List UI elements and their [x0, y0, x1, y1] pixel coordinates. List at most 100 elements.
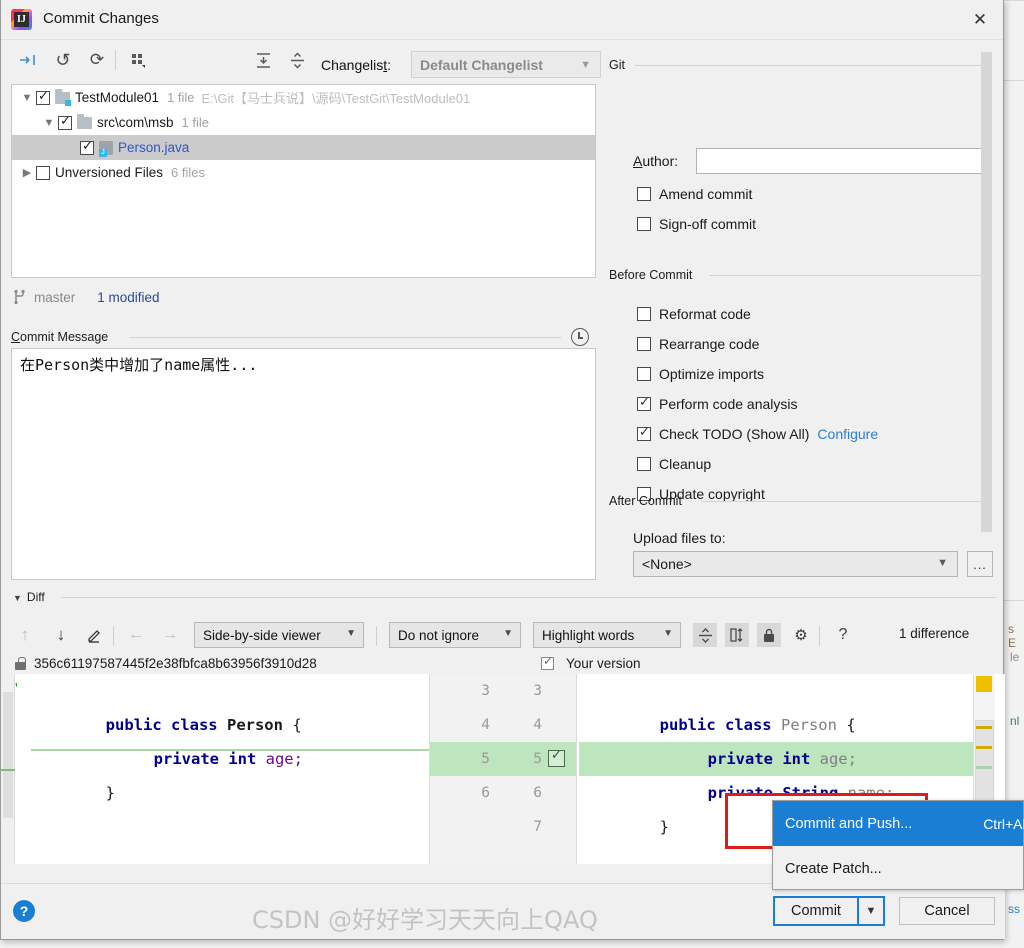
tree-row-module[interactable]: ▼ TestModule01 1 file E:\Git【马士兵说】\源码\Te… — [12, 85, 595, 110]
code-line: public class Person { — [659, 716, 856, 734]
diff-toolbar: ↑ ↓ ← → Side-by-side viewer ▼ Do not ign… — [1, 618, 1005, 652]
file-checkbox[interactable] — [58, 113, 72, 130]
modified-count[interactable]: 1 modified — [97, 290, 159, 305]
git-section-title: Git — [609, 58, 625, 72]
checkbox-check-todo[interactable]: Check TODO (Show All) Configure — [637, 424, 878, 442]
commit-options-panel: Git Author: Amend commit Sign-off commit… — [601, 52, 1001, 580]
viewer-mode-select[interactable]: Side-by-side viewer ▼ — [194, 622, 364, 648]
menu-item-commit-and-push[interactable]: Commit and Push... Ctrl+Alt+K — [773, 801, 1024, 846]
checkbox-box[interactable] — [637, 367, 651, 381]
checkbox-box[interactable] — [637, 217, 651, 231]
checkbox-rearrange-code[interactable]: Rearrange code — [637, 336, 759, 352]
synchronize-scroll-icon[interactable] — [725, 623, 749, 647]
chevron-down-icon[interactable]: ▼ — [40, 117, 58, 129]
collapse-to-changes-icon[interactable] — [15, 48, 39, 72]
tree-node-meta: 1 file — [167, 90, 195, 105]
branch-status-row: master 1 modified — [13, 286, 160, 308]
tree-row-file[interactable]: Person.java — [12, 135, 595, 160]
configure-link[interactable]: Configure — [817, 426, 878, 442]
folder-icon — [77, 113, 92, 129]
your-version-checkbox[interactable] — [541, 654, 554, 670]
before-commit-title: Before Commit — [609, 268, 693, 282]
changelist-select[interactable]: Default Changelist ▼ — [411, 51, 601, 78]
checkbox-box[interactable] — [637, 424, 651, 441]
help-icon[interactable]: ? — [13, 900, 35, 922]
left-gutter-thumb[interactable] — [3, 692, 13, 818]
previous-difference-icon[interactable]: ↑ — [13, 623, 37, 647]
checkbox-perform-code-analysis[interactable]: Perform code analysis — [637, 394, 798, 412]
menu-item-shortcut: Ctrl+Alt+K — [983, 815, 1024, 832]
tree-row-unversioned[interactable]: ▶ Unversioned Files 6 files — [12, 160, 595, 185]
checkbox-reformat-code[interactable]: Reformat code — [637, 306, 751, 322]
help-question-icon[interactable]: ? — [831, 623, 855, 647]
upload-target-select[interactable]: <None> ▼ — [633, 551, 958, 577]
accept-change-checkbox[interactable] — [548, 746, 565, 767]
commit-button[interactable]: Commit — [773, 896, 859, 926]
chevron-down-icon[interactable]: ▼ — [13, 593, 22, 603]
after-commit-title: After Commit — [609, 494, 682, 508]
left-code-pane[interactable]: public class Person { private int age; } — [17, 674, 427, 864]
section-divider — [61, 597, 996, 598]
tree-node-label: src\com\msb — [97, 115, 174, 130]
commit-message-input[interactable]: 在Person类中增加了name属性... — [11, 348, 596, 580]
file-checkbox[interactable] — [80, 138, 94, 155]
diff-section-label: Diff — [26, 590, 45, 604]
tree-node-meta: 1 file — [181, 115, 209, 130]
changed-files-tree[interactable]: ▼ TestModule01 1 file E:\Git【马士兵说】\源码\Te… — [11, 84, 596, 278]
diff-settings-gear-icon[interactable]: ⚙ — [789, 623, 813, 647]
upload-files-label: Upload files to: — [633, 530, 726, 546]
new-line-number: 6 — [533, 785, 542, 801]
file-checkbox[interactable] — [36, 165, 50, 180]
close-icon[interactable]: ✕ — [957, 0, 1003, 39]
file-checkbox[interactable] — [36, 88, 50, 105]
apply-left-icon[interactable]: ← — [124, 623, 148, 647]
diff-section-header[interactable]: ▼ Diff — [13, 590, 45, 604]
expand-all-icon[interactable] — [251, 48, 275, 72]
author-label: Author: — [633, 153, 679, 169]
tree-row-folder[interactable]: ▼ src\com\msb 1 file — [12, 110, 595, 135]
chevron-down-icon[interactable]: ▼ — [18, 92, 36, 104]
checkbox-box[interactable] — [637, 457, 651, 471]
checkbox-label: Sign-off commit — [659, 216, 756, 232]
group-by-icon[interactable] — [127, 48, 151, 72]
next-difference-icon[interactable]: ↓ — [49, 623, 73, 647]
rollback-icon[interactable]: ↺ — [51, 48, 75, 72]
chevron-right-icon[interactable]: ▶ — [18, 166, 36, 179]
ignore-mode-select[interactable]: Do not ignore ▼ — [389, 622, 521, 648]
right-revision-row: Your version — [541, 652, 641, 674]
old-line-number: 5 — [481, 751, 490, 767]
clock-history-icon[interactable] — [571, 328, 589, 346]
warning-marker — [976, 676, 992, 692]
checkbox-box[interactable] — [637, 187, 651, 201]
checkbox-cleanup[interactable]: Cleanup — [637, 456, 711, 472]
checkbox-box[interactable] — [637, 337, 651, 351]
menu-item-label: Create Patch... — [785, 860, 882, 877]
checkbox-amend-commit[interactable]: Amend commit — [637, 186, 752, 202]
scrollbar-thumb[interactable] — [975, 720, 994, 810]
checkbox-box[interactable] — [637, 307, 651, 321]
highlight-mode-select[interactable]: Highlight words ▼ — [533, 622, 681, 648]
chevron-down-icon: ▼ — [503, 628, 513, 639]
menu-item-create-patch[interactable]: Create Patch... — [773, 846, 1023, 891]
cancel-button[interactable]: Cancel — [899, 897, 995, 925]
diff-linenumber-pane: 3 3 4 4 5 5 6 6 7 — [429, 674, 577, 864]
viewer-mode-value: Side-by-side viewer — [203, 627, 321, 643]
read-only-lock-icon[interactable] — [757, 623, 781, 647]
edit-source-icon[interactable] — [83, 623, 107, 647]
collapse-unchanged-icon[interactable] — [693, 623, 717, 647]
browse-button[interactable]: ... — [967, 551, 993, 577]
diff-separator-line — [31, 749, 429, 751]
checkbox-sign-off-commit[interactable]: Sign-off commit — [637, 216, 756, 232]
commit-dropdown-menu[interactable]: Commit and Push... Ctrl+Alt+K Create Pat… — [772, 800, 1024, 890]
collapse-all-icon[interactable] — [285, 48, 309, 72]
options-panel-scrollbar[interactable] — [981, 52, 992, 532]
linenum-row: 6 6 — [430, 776, 576, 810]
apply-right-icon[interactable]: → — [158, 623, 182, 647]
checkbox-optimize-imports[interactable]: Optimize imports — [637, 366, 764, 382]
bg-fragment-3: ss — [1008, 902, 1020, 916]
checkbox-box[interactable] — [637, 394, 651, 411]
refresh-icon[interactable]: ⟳ — [85, 48, 109, 72]
author-input[interactable] — [696, 148, 988, 174]
module-folder-icon — [55, 88, 71, 106]
chevron-down-icon[interactable]: ▼ — [859, 896, 885, 926]
